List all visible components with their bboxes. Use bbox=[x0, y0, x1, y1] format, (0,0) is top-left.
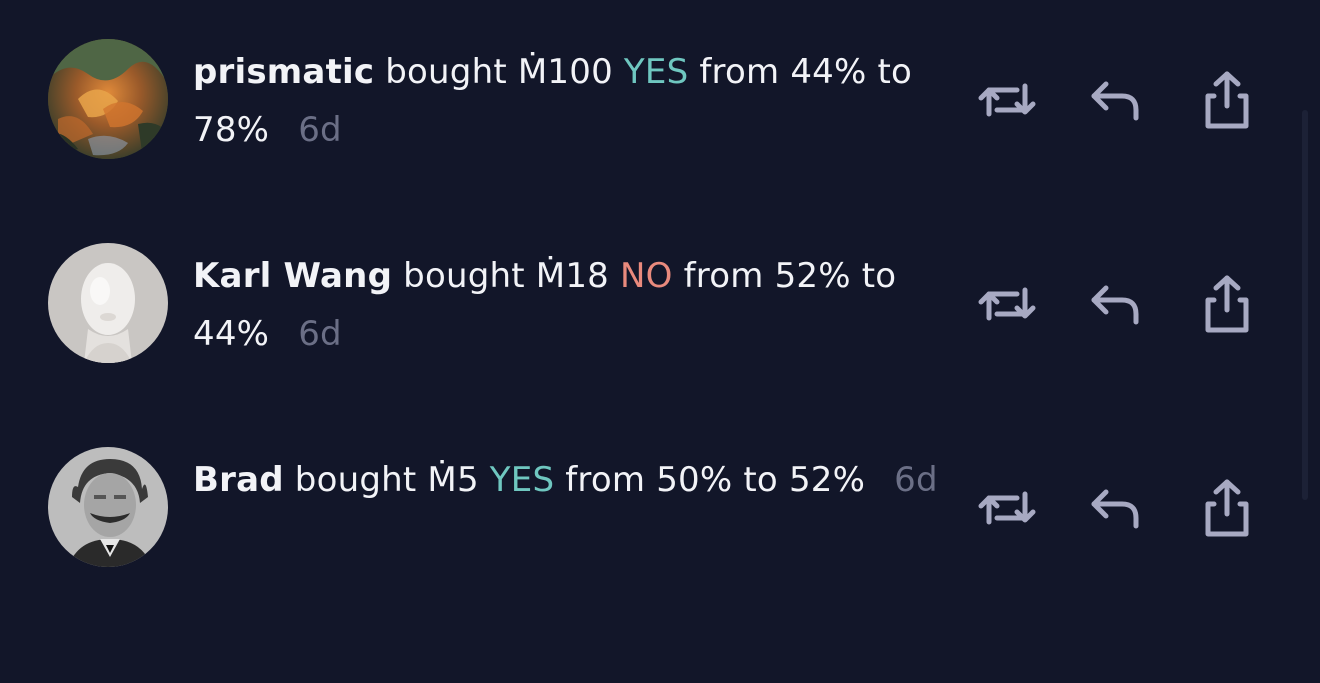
item-actions bbox=[975, 478, 1265, 538]
timestamp[interactable]: 6d bbox=[298, 314, 342, 354]
bet-amount: Ṁ5 bbox=[427, 460, 479, 500]
reply-button[interactable] bbox=[1085, 70, 1149, 130]
verb: bought bbox=[294, 460, 417, 500]
bet-description: prismatic bought Ṁ100 YES from 44% to 78… bbox=[193, 43, 958, 159]
to-word: to bbox=[743, 460, 778, 500]
repost-icon bbox=[978, 491, 1036, 525]
username[interactable]: prismatic bbox=[193, 52, 374, 92]
scrollbar[interactable] bbox=[1302, 110, 1308, 500]
bet-amount: Ṁ100 bbox=[517, 52, 613, 92]
reply-icon bbox=[1091, 285, 1139, 325]
share-icon bbox=[1205, 275, 1249, 333]
to-word: to bbox=[877, 52, 913, 92]
share-icon bbox=[1205, 71, 1249, 129]
to-probability: 52% bbox=[788, 460, 866, 500]
outcome-badge: YES bbox=[623, 52, 689, 92]
item-actions bbox=[975, 70, 1265, 130]
list-item: Brad bought Ṁ5 YES from 50% to 52% 6d bbox=[0, 446, 1300, 606]
reply-button[interactable] bbox=[1085, 274, 1149, 334]
repost-icon bbox=[978, 287, 1036, 321]
share-button[interactable] bbox=[1195, 70, 1259, 130]
from-word: from bbox=[565, 460, 646, 500]
share-button[interactable] bbox=[1195, 274, 1259, 334]
avatar[interactable] bbox=[48, 39, 168, 159]
username[interactable]: Brad bbox=[193, 460, 284, 500]
repost-button[interactable] bbox=[975, 70, 1039, 130]
item-actions bbox=[975, 274, 1265, 334]
outcome-badge: NO bbox=[620, 256, 673, 296]
from-probability: 44% bbox=[790, 52, 867, 92]
repost-button[interactable] bbox=[975, 478, 1039, 538]
avatar[interactable] bbox=[48, 447, 168, 567]
to-probability: 44% bbox=[193, 314, 270, 354]
bet-description: Karl Wang bought Ṁ18 NO from 52% to 44% … bbox=[193, 247, 958, 363]
vintage-portrait-avatar bbox=[48, 447, 168, 567]
bet-description: Brad bought Ṁ5 YES from 50% to 52% 6d bbox=[193, 451, 958, 509]
from-probability: 52% bbox=[774, 256, 851, 296]
reply-icon bbox=[1091, 489, 1139, 529]
avatar[interactable] bbox=[48, 243, 168, 363]
outcome-badge: YES bbox=[489, 460, 555, 500]
timestamp[interactable]: 6d bbox=[298, 110, 342, 150]
reply-button[interactable] bbox=[1085, 478, 1149, 538]
to-word: to bbox=[861, 256, 897, 296]
list-item: prismatic bought Ṁ100 YES from 44% to 78… bbox=[0, 38, 1300, 198]
bets-feed: prismatic bought Ṁ100 YES from 44% to 78… bbox=[0, 0, 1320, 683]
timestamp[interactable]: 6d bbox=[894, 460, 938, 500]
repost-icon bbox=[978, 83, 1036, 117]
repost-button[interactable] bbox=[975, 274, 1039, 334]
verb: bought bbox=[385, 52, 507, 92]
from-word: from bbox=[699, 52, 780, 92]
to-probability: 78% bbox=[193, 110, 270, 150]
white-mannequin-head-avatar bbox=[48, 243, 168, 363]
share-button[interactable] bbox=[1195, 478, 1259, 538]
share-icon bbox=[1205, 479, 1249, 537]
autumn-landscape-avatar bbox=[48, 39, 168, 159]
verb: bought bbox=[403, 256, 525, 296]
from-word: from bbox=[683, 256, 764, 296]
reply-icon bbox=[1091, 81, 1139, 121]
username[interactable]: Karl Wang bbox=[193, 256, 392, 296]
from-probability: 50% bbox=[656, 460, 733, 500]
bet-amount: Ṁ18 bbox=[535, 256, 609, 296]
list-item: Karl Wang bought Ṁ18 NO from 52% to 44% … bbox=[0, 242, 1300, 402]
